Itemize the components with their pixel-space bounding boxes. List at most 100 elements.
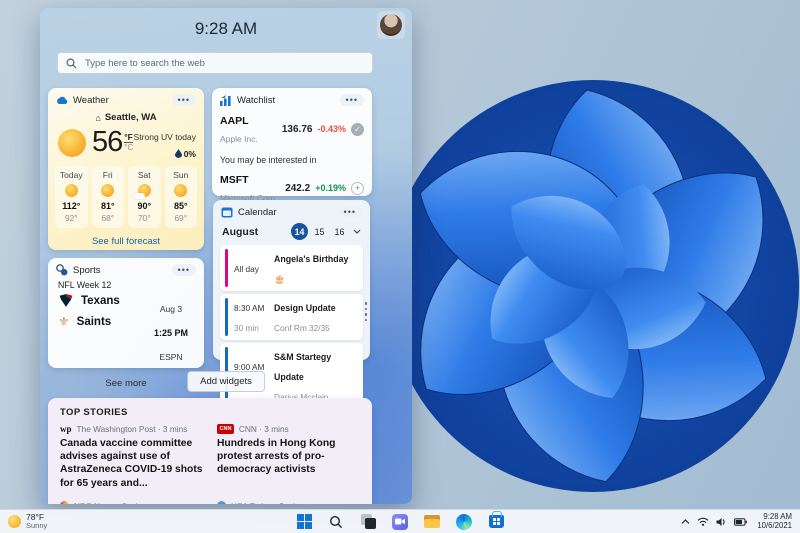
watchlist-widget[interactable]: Watchlist ••• AAPL Apple Inc. 136.76 -0.…	[212, 88, 372, 203]
stock-price: 136.76	[281, 123, 313, 135]
forecast-day[interactable]: Today 112° 92°	[55, 166, 88, 228]
task-view-button[interactable]	[357, 511, 379, 533]
story-headline: Hundreds in Hong Kong protest arrests of…	[217, 438, 336, 476]
top-stories-header: TOP STORIES	[60, 407, 128, 418]
droplet-icon	[174, 149, 182, 158]
add-widgets-button[interactable]: Add widgets	[187, 371, 265, 392]
tray-chevron-up-icon[interactable]	[681, 510, 690, 533]
start-button[interactable]	[293, 511, 315, 533]
watchlist-title: Watchlist	[237, 94, 276, 106]
stock-row[interactable]: AAPL Apple Inc. 136.76 -0.43% ✓	[212, 108, 372, 151]
volume-icon[interactable]	[716, 510, 727, 533]
bloom-wallpaper-graphic	[387, 80, 799, 492]
scroll-indicator[interactable]	[364, 302, 367, 321]
panel-clock: 9:28 AM	[194, 19, 258, 38]
team-row[interactable]: Texans	[58, 293, 148, 308]
stock-price: 242.2	[285, 182, 311, 194]
sports-menu-button[interactable]: •••	[171, 264, 196, 276]
calendar-title: Calendar	[238, 206, 277, 218]
story-meta: USA Today · 3 mins	[231, 501, 304, 504]
weather-location: ⌂ Seattle, WA	[95, 112, 157, 123]
account-button[interactable]	[377, 11, 405, 39]
sun-icon	[8, 515, 21, 528]
edge-button[interactable]	[453, 511, 475, 533]
news-story[interactable]: NBC News · 3 mins	[60, 501, 203, 504]
home-icon: ⌂	[95, 112, 101, 123]
cnn-icon: CNN	[217, 424, 234, 434]
nbc-news-icon	[60, 501, 69, 504]
date-pill-selected[interactable]: 14	[291, 223, 308, 240]
search-icon	[66, 58, 77, 68]
stock-symbol: MSFT	[220, 173, 249, 186]
news-story[interactable]: USA Today · 3 mins	[217, 501, 360, 504]
add-stock-icon[interactable]: +	[351, 181, 364, 195]
calendar-icon	[221, 207, 233, 218]
story-meta: NBC News · 3 mins	[74, 501, 146, 504]
sunny-icon	[174, 184, 188, 197]
chat-button[interactable]	[389, 511, 411, 533]
watchlist-menu-button[interactable]: •••	[339, 94, 364, 106]
widgets-panel: 9:28 AM Weather ••• ⌂ Seattle, WA	[40, 8, 412, 504]
calendar-menu-button[interactable]: •••	[337, 206, 362, 218]
windows-logo-icon	[296, 514, 312, 529]
chat-icon	[392, 513, 408, 530]
see-more-link[interactable]: See more	[48, 378, 204, 389]
taskbar-weather-widget[interactable]: 78°F Sunny	[0, 510, 55, 533]
desktop: 9:28 AM Weather ••• ⌂ Seattle, WA	[0, 0, 800, 533]
web-search[interactable]	[57, 52, 373, 74]
date-pill[interactable]: 16	[331, 223, 348, 240]
tray-date: 10/6/2021	[757, 520, 792, 530]
story-headline: Canada vaccine committee advises against…	[60, 438, 203, 489]
stock-symbol: AAPL	[220, 115, 249, 127]
sunny-icon	[58, 128, 86, 157]
sports-title: Sports	[73, 264, 101, 276]
game-network: ESPN	[159, 352, 183, 362]
precipitation-value: 0%	[183, 148, 196, 159]
texans-logo	[59, 294, 73, 307]
forecast-day[interactable]: Fri 81° 68°	[91, 166, 124, 228]
added-check-icon[interactable]: ✓	[351, 122, 364, 136]
sports-widget[interactable]: Sports ••• NFL Week 12 Texans ⚜ Saints A…	[48, 258, 204, 389]
calendar-widget[interactable]: Calendar ••• August 14 15 16 All day Ang…	[213, 200, 370, 478]
file-explorer-button[interactable]	[421, 511, 443, 533]
weather-title: Weather	[73, 94, 109, 106]
current-temperature: 56	[92, 126, 123, 158]
story-meta: CNN · 3 mins	[238, 424, 289, 434]
team-row[interactable]: ⚜ Saints	[58, 315, 148, 328]
tray-clock[interactable]: 9:28 AM 10/6/2021	[754, 512, 792, 530]
calendar-event[interactable]: 8:30 AM 30 min Design Update Conf Rm 32/…	[220, 294, 363, 340]
forecast-day[interactable]: Sat 90° 70°	[128, 166, 161, 228]
calendar-month: August	[222, 225, 259, 238]
search-input[interactable]	[83, 56, 364, 70]
store-icon	[488, 511, 504, 528]
league-label: NFL Week 12	[58, 280, 112, 290]
taskbar-weather-condition: Sunny	[26, 521, 48, 531]
forecast-day[interactable]: Sun 85° 69°	[164, 166, 197, 228]
washington-post-icon: wp	[60, 424, 72, 434]
game-date: Aug 3	[159, 304, 183, 314]
watchlist-suggestion-label: You may be interested in	[220, 154, 317, 165]
usa-today-icon	[217, 501, 226, 504]
calendar-event[interactable]: All day Angela's Birthday 🎂	[220, 245, 363, 291]
chevron-down-icon[interactable]	[353, 229, 361, 234]
stocks-chart-icon	[220, 94, 231, 106]
weather-widget[interactable]: Weather ••• ⌂ Seattle, WA 56 °F °C Stron…	[48, 88, 204, 250]
see-full-forecast-link[interactable]: See full forecast	[48, 236, 204, 247]
top-stories-section: TOP STORIES wp The Washington Post · 3 m…	[48, 398, 372, 504]
taskbar-search-button[interactable]	[325, 511, 347, 533]
weather-menu-button[interactable]: •••	[171, 94, 196, 106]
weather-cloud-icon	[57, 96, 68, 104]
wifi-icon[interactable]	[697, 510, 709, 533]
date-pill[interactable]: 15	[311, 223, 328, 240]
news-story[interactable]: CNN CNN · 3 mins Hundreds in Hong Kong p…	[217, 424, 360, 490]
partly-cloudy-icon	[133, 184, 151, 199]
weather-condition: Strong UV today	[133, 131, 196, 142]
stock-change: +0.19%	[315, 183, 346, 194]
news-story[interactable]: wp The Washington Post · 3 mins Canada v…	[60, 424, 203, 490]
sunny-icon	[101, 184, 115, 197]
stock-company: Apple Inc.	[220, 134, 258, 145]
battery-icon[interactable]	[734, 510, 748, 533]
store-button[interactable]	[485, 511, 507, 533]
celsius-toggle[interactable]: °C	[124, 144, 133, 152]
fahrenheit-toggle[interactable]: °F	[124, 133, 134, 144]
